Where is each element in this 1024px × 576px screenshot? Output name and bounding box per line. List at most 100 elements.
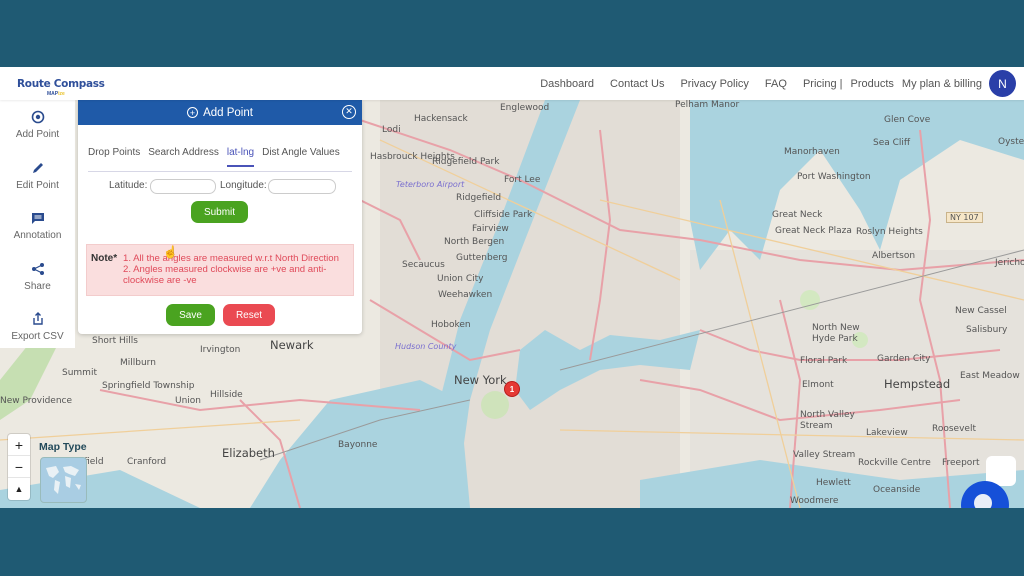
longitude-label: Longitude:: [220, 180, 267, 191]
share-icon: [31, 262, 45, 276]
map-label: Freeport: [942, 458, 980, 468]
comment-icon: [31, 211, 45, 225]
tab-drop-points[interactable]: Drop Points: [88, 143, 140, 167]
longitude-input[interactable]: [268, 179, 336, 194]
map-label: Fairview: [472, 224, 509, 234]
map-label: Woodmere: [790, 496, 839, 506]
map-label: New York: [454, 373, 507, 387]
map-label: Summit: [62, 368, 97, 378]
map-label: Springfield Township: [102, 381, 195, 391]
map-label: Albertson: [872, 251, 916, 261]
park: [481, 391, 509, 419]
nav-pricing[interactable]: Pricing |: [803, 78, 843, 90]
map-label: Hewlett: [816, 478, 851, 488]
reset-button[interactable]: Reset: [223, 304, 275, 326]
map-label: Bayonne: [338, 440, 378, 450]
nav-products[interactable]: Products: [850, 78, 893, 90]
nav-contact-us[interactable]: Contact Us: [610, 78, 664, 90]
sidebar-item-edit-point[interactable]: Edit Point: [0, 151, 75, 202]
map-label: Cliffside Park: [474, 210, 533, 220]
map-label: Fort Lee: [504, 175, 541, 185]
add-circle-icon: [31, 110, 45, 124]
brand-sub-prefix: MAP: [47, 91, 59, 97]
nav-privacy-policy[interactable]: Privacy Policy: [680, 78, 748, 90]
latitude-input[interactable]: [150, 179, 216, 194]
map-label: North Valley Stream: [800, 410, 855, 431]
map-label: Lodi: [382, 125, 401, 135]
tab-lat-lng[interactable]: lat-lng: [226, 143, 255, 167]
map-label: North New Hyde Park: [812, 323, 860, 344]
latitude-label: Latitude:: [109, 180, 148, 191]
sidebar-item-share[interactable]: Share: [0, 252, 75, 303]
map-label: Elizabeth: [222, 446, 275, 460]
sidebar-item-label: Share: [24, 280, 51, 292]
panel-title: Add Point: [203, 106, 253, 119]
sidebar-item-annotation[interactable]: Annotation: [0, 201, 75, 252]
map-label: Sea Cliff: [873, 138, 911, 148]
submit-button[interactable]: Submit: [191, 201, 248, 223]
map-marker[interactable]: 1: [505, 382, 519, 396]
add-circle-icon: +: [187, 107, 199, 118]
nav-dashboard[interactable]: Dashboard: [540, 78, 594, 90]
map-label: Lakeview: [866, 428, 908, 438]
save-button[interactable]: Save: [166, 304, 215, 326]
map-label: Englewood: [500, 103, 550, 113]
map-label: Irvington: [200, 345, 241, 355]
map-label: Roosevelt: [932, 424, 976, 434]
map-label: Oceanside: [873, 485, 921, 495]
map-label: Hudson County: [395, 342, 457, 351]
brand-name: Route Compass: [17, 78, 105, 90]
tab-dist-angle-values[interactable]: Dist Angle Values: [262, 143, 340, 167]
brand-subtitle: MAPize: [47, 92, 105, 97]
map-label: Guttenberg: [456, 253, 508, 263]
note-line: 2. Angles measured clockwise are +ve and…: [123, 264, 327, 286]
map-type-thumbnail[interactable]: [40, 457, 87, 503]
sidebar-item-label: Export CSV: [11, 331, 64, 343]
map-label: Short Hills: [92, 336, 138, 346]
pencil-icon: [31, 161, 45, 175]
note-line: 1. All the angles are measured w.r.t Nor…: [123, 253, 339, 264]
brand-logo[interactable]: Route Compass MAPize: [17, 75, 105, 97]
app-window: Route Compass MAPize Dashboard Contact U…: [0, 67, 1024, 508]
map-label: North Bergen: [444, 237, 505, 247]
map-label: Union City: [437, 274, 484, 284]
sidebar-item-export-csv[interactable]: Export CSV: [0, 302, 75, 353]
map-label: Pelham Manor: [675, 100, 740, 110]
map-label: Great Neck Plaza: [775, 226, 852, 236]
sidebar-item-add-point[interactable]: Add Point: [0, 100, 75, 151]
map-label: Roslyn Heights: [856, 227, 923, 237]
reset-north-button[interactable]: ▲: [8, 478, 30, 500]
map-label: New Providence: [0, 396, 73, 406]
map-label: Glen Cove: [884, 115, 931, 125]
map-label: Ridgefield Park: [432, 157, 500, 167]
map-label: East Meadow: [960, 371, 1020, 381]
map-label: Hackensack: [414, 114, 468, 124]
top-navbar: Route Compass MAPize Dashboard Contact U…: [0, 67, 1024, 100]
map-label: Floral Park: [800, 356, 848, 366]
map-label: Manorhaven: [784, 147, 840, 157]
map-label: New Cassel: [955, 306, 1007, 316]
map-label: Hoboken: [431, 320, 471, 330]
user-avatar[interactable]: N: [989, 70, 1016, 97]
tool-sidebar: Add Point Edit Point Annotation Share Ex…: [0, 100, 75, 348]
world-map-icon: [46, 466, 81, 494]
panel-tabs: Drop Points Search Address lat-lng Dist …: [88, 143, 352, 172]
nav-my-plan-billing[interactable]: My plan & billing: [902, 78, 982, 90]
map-label: Weehawken: [438, 290, 493, 300]
zoom-in-button[interactable]: +: [8, 434, 30, 456]
nav-faq[interactable]: FAQ: [765, 78, 787, 90]
map-label: Cranford: [127, 457, 167, 467]
map-label: Jericho: [995, 258, 1024, 268]
map-label: Secaucus: [402, 260, 445, 270]
map-label: Ridgefield: [456, 193, 502, 203]
map-label: Rockville Centre: [858, 458, 931, 468]
map-label: Oyster Bay: [998, 137, 1024, 147]
zoom-out-button[interactable]: −: [8, 456, 30, 478]
map-label: Valley Stream: [793, 450, 856, 460]
sidebar-item-label: Add Point: [15, 129, 60, 141]
close-icon[interactable]: ✕: [342, 105, 356, 119]
panel-header: + Add Point ✕: [78, 100, 362, 125]
tab-search-address[interactable]: Search Address: [148, 143, 219, 167]
route-shield: NY 107: [946, 212, 983, 223]
map-label: Union: [175, 396, 202, 406]
